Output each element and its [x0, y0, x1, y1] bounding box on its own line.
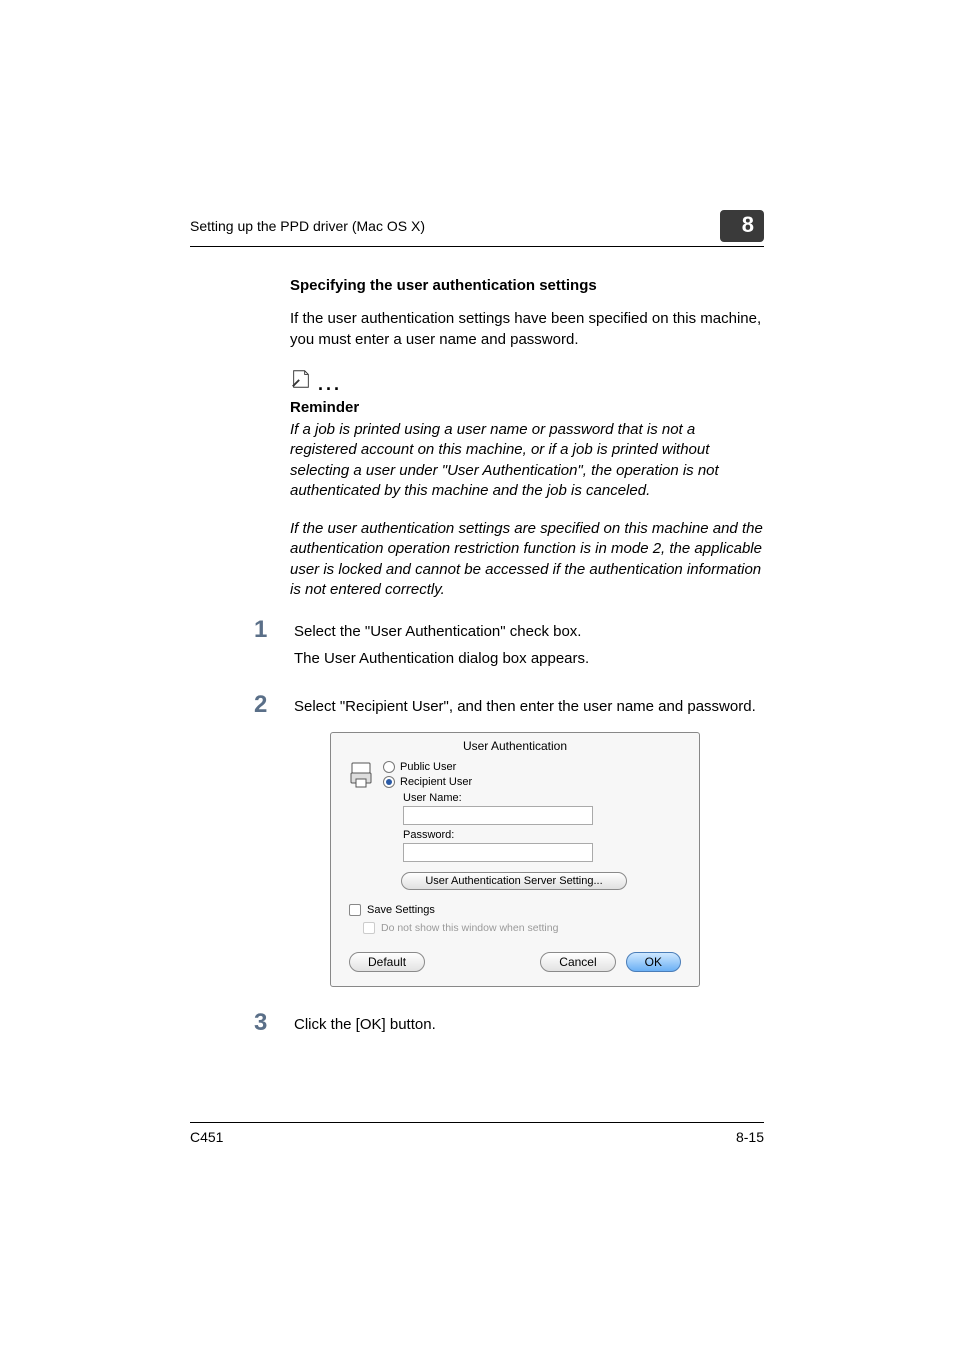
do-not-show-label: Do not show this window when setting	[381, 922, 558, 934]
public-user-radio[interactable]: Public User	[383, 761, 681, 773]
running-header: Setting up the PPD driver (Mac OS X)	[190, 218, 425, 234]
default-button[interactable]: Default	[349, 952, 425, 972]
recipient-user-radio[interactable]: Recipient User	[383, 776, 681, 788]
printer-icon	[349, 761, 373, 792]
step-1-subtext: The User Authentication dialog box appea…	[294, 650, 764, 667]
step-number-1: 1	[254, 618, 272, 642]
username-input[interactable]	[403, 806, 593, 825]
do-not-show-checkbox: Do not show this window when setting	[363, 922, 681, 934]
save-settings-checkbox[interactable]: Save Settings	[349, 904, 681, 916]
step-3-text: Click the [OK] button.	[294, 1011, 436, 1037]
checkbox-disabled-icon	[363, 922, 375, 934]
radio-icon	[383, 761, 395, 773]
public-user-label: Public User	[400, 761, 456, 773]
chapter-number-badge: 8	[720, 210, 764, 242]
server-setting-button[interactable]: User Authentication Server Setting...	[401, 872, 627, 890]
reminder-title: Reminder	[290, 399, 764, 416]
reminder-paragraph-1: If a job is printed using a user name or…	[290, 420, 764, 501]
recipient-user-label: Recipient User	[400, 776, 472, 788]
user-authentication-dialog: User Authentication Public User Recipien…	[330, 732, 700, 987]
dialog-title: User Authentication	[331, 733, 699, 761]
step-number-2: 2	[254, 693, 272, 717]
step-2-text: Select "Recipient User", and then enter …	[294, 693, 756, 719]
save-settings-label: Save Settings	[367, 904, 435, 916]
step-1-text: Select the "User Authentication" check b…	[294, 618, 581, 644]
intro-paragraph: If the user authentication settings have…	[290, 308, 764, 350]
cancel-button[interactable]: Cancel	[540, 952, 615, 972]
password-input[interactable]	[403, 843, 593, 862]
password-label: Password:	[403, 829, 681, 841]
ok-button[interactable]: OK	[626, 952, 681, 972]
footer-model: C451	[190, 1129, 223, 1145]
ellipsis-icon: ...	[318, 374, 342, 395]
username-label: User Name:	[403, 792, 681, 804]
radio-selected-icon	[383, 776, 395, 788]
checkbox-icon	[349, 904, 361, 916]
reminder-paragraph-2: If the user authentication settings are …	[290, 519, 764, 600]
footer-page-number: 8-15	[736, 1129, 764, 1145]
note-icon	[290, 368, 312, 395]
step-number-3: 3	[254, 1011, 272, 1035]
section-title: Specifying the user authentication setti…	[290, 277, 764, 294]
